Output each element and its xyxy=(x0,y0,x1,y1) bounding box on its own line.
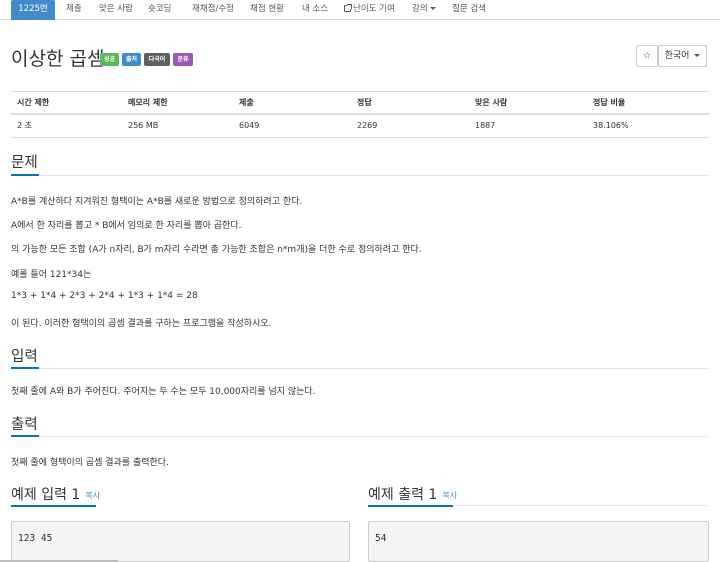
tab-problem[interactable]: 1225번 xyxy=(11,0,55,20)
input-heading: 입력 xyxy=(11,349,38,365)
sample-input-box[interactable]: 123 45 xyxy=(11,521,350,562)
sample-input-underline xyxy=(11,505,96,507)
language-dropdown[interactable]: 한국어 xyxy=(658,45,707,67)
sample-input-heading: 예제 입력 1 복사 xyxy=(11,484,100,504)
copy-input-button[interactable]: 복사 xyxy=(85,491,100,500)
problem-heading: 문제 xyxy=(11,155,38,171)
label-source[interactable]: 출처 xyxy=(122,53,141,66)
problem-divider xyxy=(11,175,709,176)
chevron-down-icon xyxy=(694,54,701,57)
tab-difficulty-contribution[interactable]: 난이도 기여 xyxy=(344,0,395,20)
problem-line-5: 1*3 + 1*4 + 2*3 + 2*4 + 1*3 + 1*4 = 28 xyxy=(11,291,198,301)
problem-heading-underline xyxy=(11,174,39,176)
cell-submissions[interactable]: 6049 xyxy=(233,113,351,138)
table-row: 2 초 256 MB 6049 2269 1887 38.106% xyxy=(11,113,709,138)
tab-submit[interactable]: 제출 xyxy=(66,0,82,20)
table-header-row: 시간 제한 메모리 제한 제출 정답 맞은 사람 정답 비율 xyxy=(11,91,709,115)
favorite-star-button[interactable]: ☆ xyxy=(636,45,658,67)
output-divider xyxy=(11,436,709,437)
header-solved-users: 맞은 사람 xyxy=(469,91,587,115)
input-description: 첫째 줄에 A와 B가 주어진다. 주어지는 두 수는 모두 10,000자리를… xyxy=(11,387,316,397)
cell-solved-users[interactable]: 1887 xyxy=(469,113,587,138)
sample-output-underline xyxy=(368,505,453,507)
cell-time-limit: 2 초 xyxy=(11,113,122,138)
input-divider xyxy=(11,368,709,369)
copy-output-button[interactable]: 복사 xyxy=(442,491,457,500)
problem-line-2: A에서 한 자리를 뽑고 * B에서 임의로 한 자리를 뽑아 곱한다. xyxy=(11,221,242,231)
sample-output-box[interactable]: 54 xyxy=(368,521,709,562)
cell-memory-limit: 256 MB xyxy=(122,113,233,138)
problem-line-4: 예를 들어 121*34는 xyxy=(11,270,92,280)
sample-input-title: 예제 입력 1 xyxy=(11,487,81,503)
cell-accepted[interactable]: 2269 xyxy=(351,113,469,138)
caret-down-icon xyxy=(429,7,436,10)
output-heading-underline xyxy=(11,435,39,437)
language-label: 한국어 xyxy=(664,51,690,61)
tab-question-search[interactable]: 질문 검색 xyxy=(452,0,486,20)
tab-lectures[interactable]: 강의 xyxy=(412,0,436,20)
problem-line-6: 이 된다. 이러한 형택이의 곱셈 결과를 구하는 프로그램을 작성하시오. xyxy=(11,319,272,329)
header-accept-ratio: 정답 비율 xyxy=(587,91,709,115)
label-multilingual[interactable]: 다국어 xyxy=(144,53,170,66)
sample-output-heading: 예제 출력 1 복사 xyxy=(368,484,457,504)
label-category[interactable]: 분류 xyxy=(173,53,193,66)
problem-line-3: 의 가능한 모든 조합 (A가 n자리, B가 m자리 수라면 총 가능한 조합… xyxy=(11,245,422,255)
problem-line-1: A*B를 계산하다 지겨워진 형택이는 A*B를 새로운 방법으로 정의하려고 … xyxy=(11,197,303,207)
tab-status[interactable]: 채점 현황 xyxy=(250,0,284,20)
problem-title: 이상한 곱셈 xyxy=(11,48,105,70)
tab-difficulty-label: 난이도 기여 xyxy=(353,4,395,14)
header-accepted: 정답 xyxy=(351,91,469,115)
tab-my-source[interactable]: 내 소스 xyxy=(302,0,328,20)
tab-short-coding[interactable]: 숏코딩 xyxy=(148,0,171,20)
problem-info-table: 시간 제한 메모리 제한 제출 정답 맞은 사람 정답 비율 2 초 256 M… xyxy=(11,91,709,138)
star-icon: ☆ xyxy=(642,51,652,61)
output-heading: 출력 xyxy=(11,417,38,433)
external-link-icon xyxy=(344,4,352,12)
tab-rejudge[interactable]: 재채점/수정 xyxy=(192,0,234,20)
header-submissions: 제출 xyxy=(233,91,351,115)
tab-lectures-label: 강의 xyxy=(412,4,428,14)
problem-nav: 1225번 제출 맞은 사람 숏코딩 재채점/수정 채점 현황 내 소스 난이도… xyxy=(0,0,720,20)
cell-accept-ratio: 38.106% xyxy=(587,113,709,138)
input-heading-underline xyxy=(11,367,39,369)
tab-solved-users[interactable]: 맞은 사람 xyxy=(99,0,133,20)
header-time-limit: 시간 제한 xyxy=(11,91,122,115)
header-memory-limit: 메모리 제한 xyxy=(122,91,233,115)
output-description: 첫째 줄에 형택이의 곱셈 결과를 출력한다. xyxy=(11,458,169,468)
label-success[interactable]: 성공 xyxy=(100,53,119,66)
sample-output-title: 예제 출력 1 xyxy=(368,487,438,503)
